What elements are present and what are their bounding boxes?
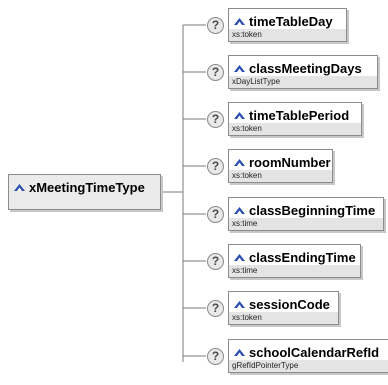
help-icon[interactable]: ? — [207, 64, 224, 81]
help-icon[interactable]: ? — [207, 300, 224, 317]
root-type-box[interactable]: xMeetingTimeType — [8, 174, 161, 210]
element-icon — [234, 301, 245, 308]
element-icon — [234, 18, 245, 25]
element-type: xs:token — [229, 123, 361, 135]
help-icon[interactable]: ? — [207, 111, 224, 128]
element-type: xs:token — [229, 29, 346, 41]
element-name: timeTableDay — [249, 13, 333, 29]
element-box[interactable]: timeTableDay xs:token — [228, 8, 347, 42]
element-name: classMeetingDays — [249, 60, 362, 76]
element-icon — [234, 112, 245, 119]
element-type: gRefIdPointerType — [229, 360, 388, 372]
element-name: roomNumber — [249, 154, 331, 170]
element-type: xs:time — [229, 265, 360, 277]
help-icon[interactable]: ? — [207, 348, 224, 365]
element-type: xs:token — [229, 170, 332, 182]
help-icon[interactable]: ? — [207, 158, 224, 175]
element-name: timeTablePeriod — [249, 107, 350, 123]
help-icon[interactable]: ? — [207, 206, 224, 223]
element-box[interactable]: sessionCode xs:token — [228, 291, 339, 325]
element-box[interactable]: classMeetingDays xDayListType — [228, 55, 378, 89]
help-icon[interactable]: ? — [207, 253, 224, 270]
root-type-name: xMeetingTimeType — [29, 179, 145, 195]
element-icon — [234, 207, 245, 214]
element-icon — [234, 254, 245, 261]
help-icon[interactable]: ? — [207, 17, 224, 34]
element-icon — [14, 184, 25, 191]
element-icon — [234, 159, 245, 166]
element-box[interactable]: classBeginningTime xs:time — [228, 197, 384, 231]
element-icon — [234, 65, 245, 72]
element-type: xs:time — [229, 218, 383, 230]
element-type: xs:token — [229, 312, 338, 324]
element-name: sessionCode — [249, 296, 330, 312]
element-box[interactable]: classEndingTime xs:time — [228, 244, 361, 278]
element-type: xDayListType — [229, 76, 377, 88]
element-box[interactable]: timeTablePeriod xs:token — [228, 102, 362, 136]
element-icon — [234, 349, 245, 356]
element-box[interactable]: roomNumber xs:token — [228, 149, 333, 183]
element-name: classEndingTime — [249, 249, 356, 265]
element-name: schoolCalendarRefId — [249, 344, 380, 360]
element-name: classBeginningTime — [249, 202, 376, 218]
element-box[interactable]: schoolCalendarRefId gRefIdPointerType — [228, 339, 388, 373]
